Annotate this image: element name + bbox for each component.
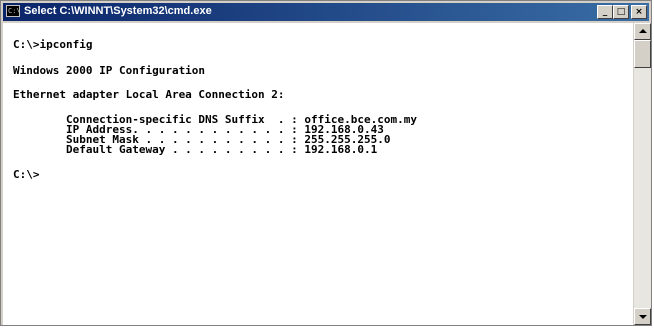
- arrow-down-icon: [639, 315, 647, 319]
- title-bar[interactable]: C:\ Select C:\WINNT\System32\cmd.exe _ □…: [3, 3, 649, 21]
- console-line: Default Gateway . . . . . . . . . : 192.…: [13, 143, 378, 156]
- vertical-scrollbar[interactable]: [634, 23, 651, 325]
- maximize-button[interactable]: □: [613, 5, 629, 19]
- scroll-down-button[interactable]: [634, 308, 651, 325]
- console-line: C:\>ipconfig: [13, 38, 93, 51]
- console-line: Ethernet adapter Local Area Connection 2…: [13, 88, 285, 101]
- close-button[interactable]: ×: [631, 5, 647, 19]
- window-title: Select C:\WINNT\System32\cmd.exe: [24, 5, 212, 17]
- console-line: Windows 2000 IP Configuration: [13, 64, 206, 77]
- console-prompt: C:\>: [13, 168, 40, 181]
- console-output[interactable]: C:\>ipconfig Windows 2000 IP Configurati…: [3, 23, 633, 325]
- scroll-up-button[interactable]: [634, 23, 651, 40]
- cmd-app-icon[interactable]: C:\: [6, 5, 20, 17]
- minimize-button[interactable]: _: [597, 5, 613, 19]
- scroll-thumb[interactable]: [634, 40, 651, 68]
- arrow-up-icon: [639, 29, 647, 33]
- cmd-window: C:\ Select C:\WINNT\System32\cmd.exe _ □…: [0, 0, 652, 326]
